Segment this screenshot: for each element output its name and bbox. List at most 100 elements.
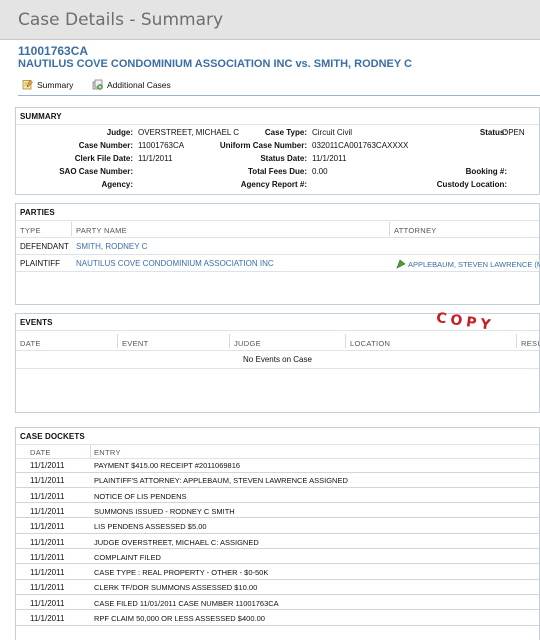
judge-value: OVERSTREET, MICHAEL C <box>138 128 240 137</box>
tab-summary-label: Summary <box>37 79 74 90</box>
tab-bar: Summary Additional Cases <box>18 76 540 96</box>
status-value: OPEN <box>502 128 525 137</box>
docket-date: 11/1/2011 <box>30 598 65 608</box>
status-date-value: 11/1/2011 <box>312 154 347 163</box>
party-name-link[interactable]: NAUTILUS COVE CONDOMINIUM ASSOCIATION IN… <box>76 259 274 268</box>
events-col-separator <box>117 334 118 348</box>
dockets-col-separator <box>90 445 91 458</box>
clerk-file-date-value: 11/1/2011 <box>138 154 173 163</box>
docket-rows: 11/1/2011 PAYMENT $415.00 RECEIPT #201106… <box>16 458 539 641</box>
uniform-case-number-label: Uniform Case Number: <box>219 141 307 150</box>
tab-additional-cases[interactable]: Additional Cases <box>92 79 171 90</box>
party-type: PLAINTIFF <box>20 259 61 268</box>
docket-entry: JUDGE OVERSTREET, MICHAEL C: ASSIGNED <box>94 537 259 547</box>
events-col-event: EVENT <box>122 339 149 348</box>
events-row-divider <box>16 368 539 369</box>
docket-date: 11/1/2011 <box>30 506 65 516</box>
docket-date: 11/1/2011 <box>30 522 65 532</box>
agency-report-label: Agency Report #: <box>240 180 307 189</box>
docket-row: 11/1/2011 PLAINTIFF'S ATTORNEY: APPLEBAUM… <box>16 473 539 488</box>
parties-col-type: TYPE <box>20 226 41 235</box>
party-name-link[interactable]: SMITH, RODNEY C <box>76 242 147 251</box>
judge-label: Judge: <box>106 128 133 137</box>
docket-entry: SUMMONS ISSUED - RODNEY C SMITH <box>94 506 235 516</box>
docket-row: 11/1/2011 LIS PENDENS ASSESSED $5.00 <box>16 519 539 534</box>
party-type: DEFENDANT <box>20 242 69 251</box>
dockets-divider <box>16 444 539 445</box>
summary-panel: SUMMARY Judge: OVERSTREET, MICHAEL C Cas… <box>15 107 540 195</box>
tab-summary[interactable]: Summary <box>22 79 73 90</box>
parties-panel-title: PARTIES <box>20 208 55 217</box>
page-header: Case Details - Summary <box>0 0 540 40</box>
docket-date: 11/1/2011 <box>30 537 65 547</box>
docket-entry: COMPLAINT FILED <box>94 552 161 562</box>
page-title: Case Details - Summary <box>18 10 224 30</box>
events-col-judge: JUDGE <box>234 339 261 348</box>
additional-cases-icon <box>92 79 103 90</box>
parties-col-separator <box>389 222 390 236</box>
total-fees-due-value: 0.00 <box>312 167 328 176</box>
docket-entry: LIS PENDENS ASSESSED $5.00 <box>94 522 207 532</box>
events-col-separator <box>345 334 346 348</box>
sao-case-number-label: SAO Case Number: <box>59 167 133 176</box>
docket-row: 11/1/2011 CASE FILED 11/01/2011 CASE NUMB… <box>16 596 539 611</box>
uniform-case-number-value: 032011CA001763CAXXXX <box>312 141 409 150</box>
events-divider <box>16 330 539 331</box>
docket-row: 11/1/2011 PAYMENT $415.00 RECEIPT #201106… <box>16 458 539 473</box>
agency-label: Agency: <box>101 180 133 189</box>
case-dockets-panel: CASE DOCKETS DATE ENTRY 11/1/2011 PAYMENT… <box>15 427 540 640</box>
docket-entry: PLAINTIFF'S ATTORNEY: APPLEBAUM, STEVEN … <box>94 476 348 486</box>
docket-entry: CLERK TF/DOR SUMMONS ASSESSED $10.00 <box>94 583 258 593</box>
docket-row: 11/1/2011 RPF CLAIM 50,000 OR LESS ASSESS… <box>16 611 539 626</box>
docket-date: 11/1/2011 <box>30 476 65 486</box>
docket-date: 11/1/2011 <box>30 552 65 562</box>
events-empty-message: No Events on Case <box>243 355 312 364</box>
summary-divider <box>16 124 539 125</box>
parties-panel: PARTIES TYPE PARTY NAME ATTORNEY DEFENDA… <box>15 203 540 305</box>
parties-col-party-name: PARTY NAME <box>76 226 127 235</box>
events-col-separator <box>516 334 517 348</box>
events-panel-title: EVENTS <box>20 318 53 327</box>
status-date-label: Status Date: <box>260 154 307 163</box>
docket-date: 11/1/2011 <box>30 491 65 501</box>
case-number-label: Case Number: <box>78 141 133 150</box>
attorney-name-link[interactable]: APPLEBAUM, STEVEN LAWRENCE (M <box>408 260 540 269</box>
docket-row: 11/1/2011 SUMMONS ISSUED - RODNEY C SMITH <box>16 504 539 519</box>
tab-additional-cases-label: Additional Cases <box>107 79 171 90</box>
docket-entry: RPF CLAIM 50,000 OR LESS ASSESSED $400.0… <box>94 614 265 623</box>
summary-panel-title: SUMMARY <box>20 112 62 121</box>
case-type-value: Circuit Civil <box>312 128 352 137</box>
docket-date: 11/1/2011 <box>30 568 65 578</box>
parties-header-divider <box>16 237 539 238</box>
docket-row: 11/1/2011 COMPLAINT FILED <box>16 550 539 565</box>
docket-date: 11/1/2011 <box>30 461 65 470</box>
custody-location-label: Custody Location: <box>436 180 507 189</box>
case-number-heading: 11001763CA <box>18 44 89 58</box>
summary-icon <box>22 79 33 90</box>
party-row-divider <box>16 271 539 272</box>
events-header-divider <box>16 350 539 351</box>
events-col-separator <box>229 334 230 348</box>
parties-col-attorney: ATTORNEY <box>394 226 437 235</box>
total-fees-due-label: Total Fees Due: <box>248 167 307 176</box>
events-col-location: LOCATION <box>350 339 391 348</box>
case-number-value: 11001763CA <box>138 141 185 150</box>
parties-divider <box>16 220 539 221</box>
docket-row: 11/1/2011 JUDGE OVERSTREET, MICHAEL C: AS… <box>16 535 539 549</box>
docket-date: 11/1/2011 <box>30 583 65 593</box>
docket-entry: CASE TYPE : REAL PROPERTY - OTHER - $0-5… <box>94 568 269 578</box>
clerk-file-date-label: Clerk File Date: <box>74 154 133 163</box>
parties-col-separator <box>71 222 72 236</box>
docket-row: 11/1/2011 CLERK TF/DOR SUMMONS ASSESSED $… <box>16 580 539 595</box>
dockets-col-entry: ENTRY <box>94 448 121 457</box>
events-col-date: DATE <box>20 339 41 348</box>
docket-date: 11/1/2011 <box>30 614 65 623</box>
case-type-label: Case Type: <box>264 128 307 137</box>
docket-entry: NOTICE OF LIS PENDENS <box>94 491 187 501</box>
booking-label: Booking #: <box>465 167 507 176</box>
case-caption-heading: NAUTILUS COVE CONDOMINIUM ASSOCIATION IN… <box>18 58 412 70</box>
attorney-flag-icon <box>396 259 406 269</box>
docket-row: 11/1/2011 CASE TYPE : REAL PROPERTY - OTH… <box>16 565 539 580</box>
docket-entry: PAYMENT $415.00 RECEIPT #2011069816 <box>94 461 241 470</box>
case-dockets-panel-title: CASE DOCKETS <box>20 432 85 441</box>
